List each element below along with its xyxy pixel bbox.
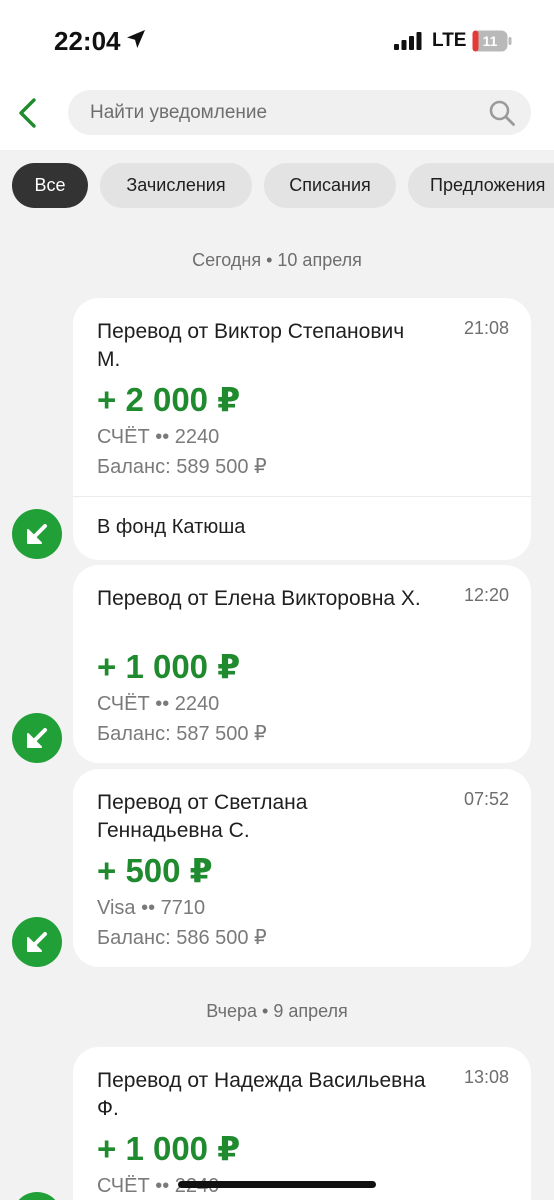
notification-balance: Баланс: 587 500 ₽ — [97, 723, 267, 745]
notification-amount: + 1 000 ₽ — [97, 1130, 241, 1167]
signal-icon — [394, 32, 422, 50]
notification-account: СЧЁТ •• 2240 — [97, 693, 220, 715]
notification-account: СЧЁТ •• 2240 — [97, 426, 220, 448]
network-type: LTE — [432, 30, 467, 51]
notification-card[interactable]: Перевод от Светлана Геннадьевна С. 07:52… — [73, 769, 531, 967]
filter-chip-all[interactable]: Все — [12, 163, 88, 208]
search-input[interactable] — [90, 90, 470, 135]
notification-title: Перевод от Елена Викторовна Х. — [97, 587, 421, 610]
notification-amount: + 500 ₽ — [97, 852, 213, 889]
header — [0, 80, 554, 150]
date-header-today: Сегодня • 10 апреля — [192, 250, 362, 270]
date-header-yesterday: Вчера • 9 апреля — [206, 1001, 348, 1021]
battery-level: 11 — [482, 33, 498, 49]
search-box[interactable] — [68, 90, 531, 135]
notification-title: Перевод от Светлана Геннадьевна С. — [97, 791, 308, 842]
filter-chip-debits[interactable]: Списания — [264, 163, 396, 208]
notifications-screen: 22:04 LTE 11 Все — [0, 0, 554, 1200]
location-arrow-icon — [127, 30, 145, 48]
notification-title: Перевод от Надежда Васильевна Ф. — [97, 1069, 426, 1120]
status-time: 22:04 — [54, 26, 121, 56]
notification-card[interactable]: Перевод от Надежда Васильевна Ф. 13:08 +… — [73, 1047, 531, 1200]
search-icon[interactable] — [488, 99, 516, 127]
notification-time: 21:08 — [463, 318, 509, 338]
filter-chips: Все Зачисления Списания Предложения — [0, 150, 554, 222]
notification-title: Перевод от Виктор Степанович М. — [97, 320, 405, 371]
notification-card[interactable]: Перевод от Елена Викторовна Х. 12:20 + 1… — [73, 565, 531, 763]
notification-amount: + 1 000 ₽ — [97, 648, 241, 685]
notification-comment: В фонд Катюша — [97, 516, 246, 538]
notification-balance: Баланс: 589 500 ₽ — [97, 456, 267, 478]
notification-amount: + 2 000 ₽ — [97, 381, 241, 418]
filter-chip-credits[interactable]: Зачисления — [100, 163, 252, 208]
status-bar: 22:04 LTE 11 — [0, 0, 554, 80]
arrow-down-left-icon — [12, 917, 62, 967]
home-indicator — [178, 1181, 376, 1188]
notification-balance: Баланс: 586 500 ₽ — [97, 927, 267, 949]
divider — [73, 496, 531, 497]
notification-time: 13:08 — [463, 1067, 509, 1087]
chevron-left-icon[interactable] — [8, 92, 46, 134]
notification-time: 07:52 — [463, 789, 509, 809]
notification-account: Visa •• 7710 — [97, 897, 206, 919]
arrow-down-left-icon — [18, 1192, 56, 1200]
notification-time: 12:20 — [463, 585, 509, 605]
notification-card[interactable]: Перевод от Виктор Степанович М. 21:08 + … — [73, 298, 531, 560]
filter-chip-offers[interactable]: Предложения — [408, 163, 554, 208]
arrow-down-left-icon — [12, 713, 62, 763]
arrow-down-left-icon — [12, 509, 62, 559]
